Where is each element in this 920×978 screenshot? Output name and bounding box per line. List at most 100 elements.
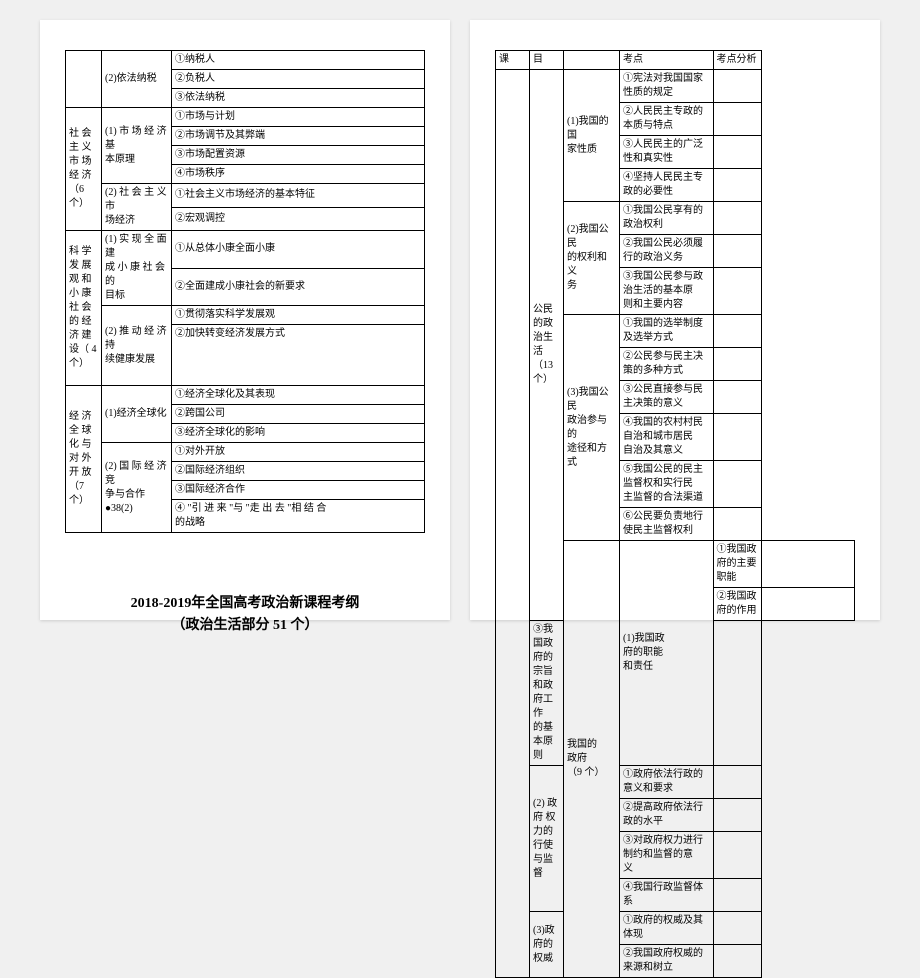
category-cell: 社 会 主 义 市 场 经 济 （6 个） — [66, 108, 102, 231]
kaodian-cell: ①宪法对我国国家性质的规定 — [620, 70, 714, 103]
analysis-cell — [713, 348, 761, 381]
subcategory-cell: (2) 社 会 主 义 市 场经济 — [102, 184, 172, 231]
point-cell: ②跨国公司 — [172, 405, 425, 424]
analysis-cell — [713, 381, 761, 414]
kaodian-cell: ④坚持人民民主专政的必要性 — [620, 169, 714, 202]
analysis-cell — [713, 136, 761, 169]
point-cell: ①对外开放 — [172, 443, 425, 462]
point-cell: ④ "引 进 来 "与 "走 出 去 "相 结 合 的战略 — [172, 500, 425, 533]
analysis-cell — [713, 103, 761, 136]
page-left: (2)依法纳税①纳税人②负税人③依法纳税社 会 主 义 市 场 经 济 （6 个… — [40, 20, 450, 620]
header-kaodian: 考点 — [620, 51, 714, 70]
kaodian-cell: ②提高政府依法行政的水平 — [620, 799, 714, 832]
kaodian-cell: ①政府的权威及其体现 — [620, 912, 714, 945]
kaodian-cell: ⑤我国公民的民主监督权和实行民 主监督的合法渠道 — [620, 461, 714, 508]
kaodian-cell: ③公民直接参与民主决策的意义 — [620, 381, 714, 414]
table-row: 经 济 全 球 化 与 对 外 开 放 （7 个）(1)经济全球化①经济全球化及… — [66, 386, 425, 405]
table-row: 公民 的政 治生 活 （13 个）(1)我国的国 家性质①宪法对我国国家性质的规… — [496, 70, 855, 103]
header-course: 课 — [496, 51, 530, 70]
topic-cell: (2)我国公民 的权利和义 务 — [564, 202, 620, 315]
kaodian-cell: ②我国公民必须履行的政治义务 — [620, 235, 714, 268]
table-row: (3)政府的 权威①政府的权威及其体现 — [496, 912, 855, 945]
table-row: (2) 社 会 主 义 市 场经济①社会主义市场经济的基本特征 — [66, 184, 425, 208]
analysis-cell — [713, 912, 761, 945]
subcategory-cell: (2)依法纳税 — [102, 51, 172, 108]
title-line1: 2018-2019年全国高考政治新课程考纲 — [65, 593, 425, 615]
topic-cell: (1)我国的国 家性质 — [564, 70, 620, 202]
point-cell: ②负税人 — [172, 70, 425, 89]
subcategory-cell: (2) 国 际 经 济 竞 争与合作 ●38(2) — [102, 443, 172, 533]
kaodian-cell: ④我国的农村村民自治和城市居民 自治及其意义 — [620, 414, 714, 461]
page-right: 课 目 考点 考点分析 公民 的政 治生 活 （13 个）(1)我国的国 家性质… — [470, 20, 880, 620]
document-title: 2018-2019年全国高考政治新课程考纲 （政治生活部分 51 个） — [65, 593, 425, 638]
unit-cell: 公民 的政 治生 活 （13 个） — [530, 70, 564, 621]
subcategory-cell: (2) 推 动 经 济 持 续健康发展 — [102, 306, 172, 386]
analysis-cell — [713, 766, 761, 799]
kaodian-cell: ③我国政府的宗旨和政府工作 的基本原则 — [530, 621, 564, 766]
course-cell — [496, 70, 530, 978]
table-header-row: 课 目 考点 考点分析 — [496, 51, 855, 70]
topic-cell: (3)政府的 权威 — [530, 912, 564, 978]
header-blank — [564, 51, 620, 70]
analysis-cell — [713, 70, 761, 103]
analysis-cell — [713, 461, 761, 508]
table-row: (2)依法纳税①纳税人 — [66, 51, 425, 70]
table-row: (2) 国 际 经 济 竞 争与合作 ●38(2)①对外开放 — [66, 443, 425, 462]
kaodian-cell: ⑥公民要负责地行使民主监督权利 — [620, 508, 714, 541]
analysis-cell — [761, 588, 855, 621]
table-row: 科 学 发 展 观 和 小 康 社 会 的 经 济 建 设（ 4 个）(1) 实… — [66, 231, 425, 269]
analysis-cell — [761, 541, 855, 588]
left-table: (2)依法纳税①纳税人②负税人③依法纳税社 会 主 义 市 场 经 济 （6 个… — [65, 50, 425, 533]
header-item: 目 — [530, 51, 564, 70]
point-cell: ②宏观调控 — [172, 207, 425, 231]
subcategory-cell: (1) 实 现 全 面 建 成 小 康 社 会 的 目标 — [102, 231, 172, 306]
analysis-cell — [713, 799, 761, 832]
point-cell: ③市场配置资源 — [172, 146, 425, 165]
right-table: 课 目 考点 考点分析 公民 的政 治生 活 （13 个）(1)我国的国 家性质… — [495, 50, 855, 978]
analysis-cell — [713, 621, 761, 766]
kaodian-cell: ③对政府权力进行制约和监督的意 义 — [620, 832, 714, 879]
point-cell: ②加快转变经济发展方式 — [172, 325, 425, 386]
point-cell: ③国际经济合作 — [172, 481, 425, 500]
analysis-cell — [713, 202, 761, 235]
kaodian-cell: ②我国政府权威的来源和树立 — [620, 945, 714, 978]
kaodian-cell: ②人民民主专政的本质与特点 — [620, 103, 714, 136]
title-line2: （政治生活部分 51 个） — [65, 615, 425, 637]
kaodian-cell: ①我国政府的主要职能 — [713, 541, 761, 588]
topic-cell: (2) 政 府 权 力的行使 与监督 — [530, 766, 564, 912]
point-cell: ②全面建成小康社会的新要求 — [172, 268, 425, 306]
point-cell: ①经济全球化及其表现 — [172, 386, 425, 405]
topic-cell: (1)我国政 府的职能 和责任 — [620, 541, 714, 766]
kaodian-cell: ①政府依法行政的意义和要求 — [620, 766, 714, 799]
point-cell: ③经济全球化的影响 — [172, 424, 425, 443]
point-cell: ①从总体小康全面小康 — [172, 231, 425, 269]
unit-cell: 我国的 政府 （9 个） — [564, 541, 620, 978]
kaodian-cell: ③我国公民参与政治生活的基本原 则和主要内容 — [620, 268, 714, 315]
point-cell: ④市场秩序 — [172, 165, 425, 184]
analysis-cell — [713, 235, 761, 268]
category-cell: 科 学 发 展 观 和 小 康 社 会 的 经 济 建 设（ 4 个） — [66, 231, 102, 386]
analysis-cell — [713, 169, 761, 202]
point-cell: ①纳税人 — [172, 51, 425, 70]
subcategory-cell: (1) 市 场 经 济 基 本原理 — [102, 108, 172, 184]
kaodian-cell: ④我国行政监督体系 — [620, 879, 714, 912]
kaodian-cell: ②公民参与民主决策的多种方式 — [620, 348, 714, 381]
point-cell: ②市场调节及其弊端 — [172, 127, 425, 146]
analysis-cell — [713, 268, 761, 315]
category-cell — [66, 51, 102, 108]
table-row: 社 会 主 义 市 场 经 济 （6 个）(1) 市 场 经 济 基 本原理①市… — [66, 108, 425, 127]
point-cell: ①社会主义市场经济的基本特征 — [172, 184, 425, 208]
header-analysis: 考点分析 — [713, 51, 761, 70]
analysis-cell — [713, 879, 761, 912]
point-cell: ③依法纳税 — [172, 89, 425, 108]
kaodian-cell: ③人民民主的广泛性和真实性 — [620, 136, 714, 169]
point-cell: ①市场与计划 — [172, 108, 425, 127]
kaodian-cell: ②我国政府的作用 — [713, 588, 761, 621]
analysis-cell — [713, 945, 761, 978]
category-cell: 经 济 全 球 化 与 对 外 开 放 （7 个） — [66, 386, 102, 533]
analysis-cell — [713, 414, 761, 461]
point-cell: ②国际经济组织 — [172, 462, 425, 481]
analysis-cell — [713, 508, 761, 541]
table-row: (2) 推 动 经 济 持 续健康发展①贯彻落实科学发展观 — [66, 306, 425, 325]
kaodian-cell: ①我国公民享有的政治权利 — [620, 202, 714, 235]
